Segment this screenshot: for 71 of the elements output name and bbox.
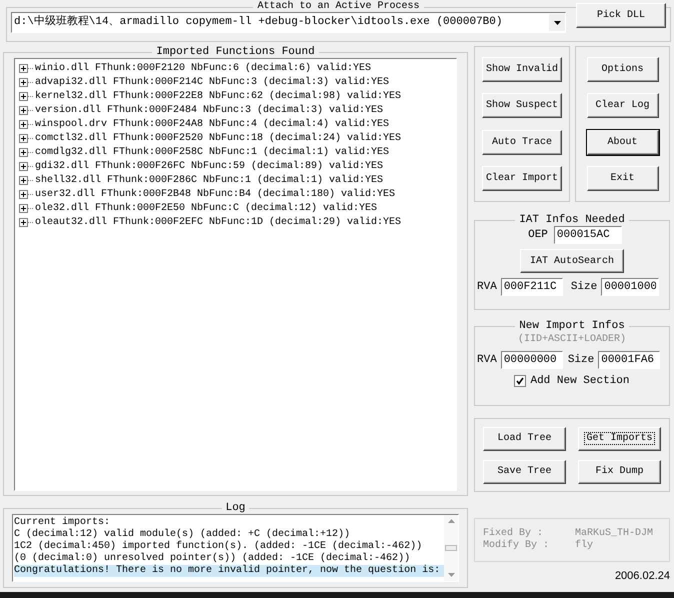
log-line: 1C2 (decimal:450) imported function(s). (added: -1CE (decimal:-462)) xyxy=(14,541,424,552)
module-entry[interactable]: shell32.dll FThunk:000F286C NbFunc:1 (decimal:1) valid:YES xyxy=(35,172,384,188)
module-entry[interactable]: winspool.drv FThunk:000F24A8 NbFunc:4 (decimal:4) valid:YES xyxy=(35,116,390,132)
expand-icon[interactable] xyxy=(19,76,33,88)
toolbar-button[interactable]: Show Invalid xyxy=(482,56,562,82)
checkbox-label: Add New Section xyxy=(530,374,630,389)
rva-field[interactable]: 00000000 xyxy=(500,351,563,369)
rva-field[interactable]: 000F211C xyxy=(500,278,563,296)
toolbar-button[interactable]: Exit xyxy=(586,166,658,192)
expand-icon[interactable] xyxy=(19,118,33,130)
group-title: Imported Functions Found xyxy=(155,46,316,58)
expand-icon[interactable] xyxy=(19,202,33,214)
credit-label: Modify By : xyxy=(483,540,550,552)
module-entry[interactable]: gdi32.dll FThunk:000F26FC NbFunc:59 (decimal:89) valid:YES xyxy=(35,158,384,174)
credit-value: MaRKuS_TH-DJM xyxy=(575,528,654,540)
size-label: Size xyxy=(570,280,598,295)
expand-icon[interactable] xyxy=(19,216,33,228)
module-entry[interactable]: ole32.dll FThunk:000F2E50 NbFunc:C (decimal:12) valid:YES xyxy=(35,200,378,216)
toolbar-button[interactable]: Auto Trace xyxy=(482,130,562,155)
pick-dll-button[interactable]: Pick DLL xyxy=(576,3,666,28)
expand-icon[interactable] xyxy=(19,62,33,74)
log-line: C (decimal:12) valid module(s) (added: +C (decimal:+12)) xyxy=(14,529,352,540)
module-entry[interactable]: winio.dll FThunk:000F2120 NbFunc:6 (decimal:6) valid:YES xyxy=(35,60,372,76)
group-title: Attach to an Active Process xyxy=(256,2,421,12)
rva-label: RVA xyxy=(477,280,497,295)
process-combo[interactable]: d:\中级班教程\14、armadillo copymem-ll +debug-blocker\idtools.exe (000007B0) xyxy=(11,12,566,33)
module-entry[interactable]: comctl32.dll FThunk:000F2520 NbFunc:18 (decimal:24) valid:YES xyxy=(35,130,402,146)
module-entry[interactable]: user32.dll FThunk:000F2B48 NbFunc:B4 (decimal:180) valid:YES xyxy=(35,186,396,202)
module-entry[interactable]: kernel32.dll FThunk:000F22E8 NbFunc:62 (decimal:98) valid:YES xyxy=(35,88,402,104)
toolbar-button[interactable]: Clear Import xyxy=(482,166,562,192)
date-text: 2006.02.24 xyxy=(614,569,670,584)
scroll-thumb[interactable] xyxy=(445,545,457,551)
add-section-checkbox[interactable] xyxy=(514,375,526,388)
size-field[interactable]: 00001000 xyxy=(601,278,660,296)
size-field[interactable]: 00001FA6 xyxy=(598,351,660,369)
toolbar-button[interactable]: Show Suspect xyxy=(482,93,562,118)
expand-icon[interactable] xyxy=(19,132,33,144)
expand-icon[interactable] xyxy=(19,188,33,200)
iat-autosearch-button[interactable]: IAT AutoSearch xyxy=(520,249,624,273)
tree-button[interactable]: Get Imports xyxy=(578,426,661,450)
credit-label: Fixed By : xyxy=(483,528,544,540)
credit-value: fly xyxy=(575,540,594,552)
rva-label: RVA xyxy=(477,352,497,368)
module-entry[interactable]: comdlg32.dll FThunk:000F258C NbFunc:1 (decimal:1) valid:YES xyxy=(35,144,390,160)
oep-field[interactable]: 000015AC xyxy=(554,226,622,244)
toolbar-button[interactable]: About xyxy=(586,130,658,155)
scrollbar[interactable] xyxy=(444,515,458,581)
toolbar-button[interactable]: Clear Log xyxy=(586,93,658,118)
expand-icon[interactable] xyxy=(19,146,33,158)
log-line: Current imports: xyxy=(14,517,112,528)
combo-value: d:\中级班教程\14、armadillo copymem-ll +debug-blocker\idtools.exe (000007B0) xyxy=(14,14,504,30)
group-title: IAT Infos Needed xyxy=(518,214,626,226)
log-line: (0 (decimal:0) unresolved pointer(s)) (added: -1CE (decimal:-462)) xyxy=(14,553,412,564)
expand-icon[interactable] xyxy=(19,160,33,172)
scroll-down-icon[interactable] xyxy=(448,573,454,577)
hint-text: (IID+ASCII+LOADER) xyxy=(518,332,626,347)
group-title: New Import Infos xyxy=(518,320,626,332)
module-entry[interactable]: advapi32.dll FThunk:000F214C NbFunc:3 (decimal:3) valid:YES xyxy=(35,74,390,90)
toolbar-button[interactable]: Options xyxy=(586,56,658,82)
size-label: Size xyxy=(568,352,594,368)
oep-label: OEP xyxy=(528,228,548,243)
module-entry[interactable]: oleaut32.dll FThunk:000F2EFC NbFunc:1D (decimal:29) valid:YES xyxy=(35,214,402,230)
expand-icon[interactable] xyxy=(19,174,33,186)
expand-icon[interactable] xyxy=(19,90,33,102)
group-title: Log xyxy=(224,502,246,514)
scroll-up-icon[interactable] xyxy=(448,519,454,523)
tree-button[interactable]: Save Tree xyxy=(483,460,566,484)
tree-button[interactable]: Load Tree xyxy=(483,426,566,450)
tree-button[interactable]: Fix Dump xyxy=(578,460,661,484)
expand-icon[interactable] xyxy=(19,104,33,116)
module-entry[interactable]: version.dll FThunk:000F2484 NbFunc:3 (decimal:3) valid:YES xyxy=(35,102,384,118)
